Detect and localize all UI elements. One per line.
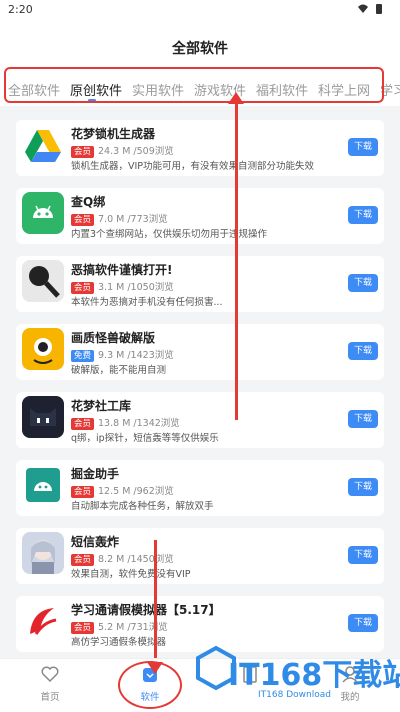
download-button[interactable]: 下载 [348,546,378,564]
app-description: 锁机生成器，VIP功能可用，有没有效果自测部分功能失效 [71,161,315,172]
list-item[interactable]: 花梦社工库 会员 13.8 M /1342浏览 q绑，ip探针，短信轰等等仅供娱乐… [16,392,384,448]
app-name: 花梦社工库 [71,399,132,413]
watermark-text: IT168下载站 [228,658,400,693]
list-item[interactable]: 恶搞软件谨慎打开! 会员 3.1 M /1050浏览 本软件为恶搞对手机没有任何损… [16,256,384,312]
annotation-arrow-up [235,100,238,420]
app-name: 短信轰炸 [71,535,120,549]
free-badge: 免费 [71,349,95,362]
list-item[interactable]: 画质怪兽破解版 免费 9.3 M /1423浏览 破解版，能不能用自测 下载 [16,324,384,380]
app-size-views: 5.2 M /731浏览 [98,622,168,633]
app-name: 学习通请假模拟器【5.17】 [71,603,221,617]
nav-home[interactable]: 首页 [20,665,80,703]
status-bar: 2:20 [0,0,400,22]
app-name: 画质怪兽破解版 [71,331,156,345]
list-item[interactable]: 查Q绑 会员 7.0 M /773浏览 内置3个查绑网站，仅供娱乐切勿用于违规操作… [16,188,384,244]
member-badge: 会员 [71,621,95,634]
watermark-subtext: IT168 Download [258,690,331,700]
app-size-views: 13.8 M /1342浏览 [98,418,180,429]
app-meta: 会员 3.1 M /1050浏览 [71,279,174,294]
app-name: 花梦锁机生成器 [71,127,156,141]
app-name: 掘金助手 [71,467,120,481]
app-meta: 会员 12.5 M /962浏览 [71,483,174,498]
wifi-battery-icon [356,3,386,18]
download-button[interactable]: 下载 [348,410,378,428]
app-description: 破解版，能不能用自测 [71,365,167,376]
cat-icon [22,396,64,438]
app-description: q绑，ip探针，短信轰等等仅供娱乐 [71,433,219,444]
list-item[interactable]: 花梦锁机生成器 会员 24.3 M /509浏览 锁机生成器，VIP功能可用，有没… [16,120,384,176]
download-button[interactable]: 下载 [348,138,378,156]
app-description: 效果自测，软件免费没有VIP [71,569,191,580]
download-button[interactable]: 下载 [348,274,378,292]
member-badge: 会员 [71,145,95,158]
page-header: 全部软件 [0,22,400,66]
android-teal-icon [22,464,64,506]
app-name: 查Q绑 [71,195,106,209]
app-size-views: 9.3 M /1423浏览 [98,350,174,361]
magnifier-icon [22,260,64,302]
tabs-annotation-box [4,67,384,103]
app-meta: 会员 8.2 M /1450浏览 [71,551,174,566]
app-size-views: 12.5 M /962浏览 [98,486,174,497]
download-button[interactable]: 下载 [348,478,378,496]
heart-icon [41,666,59,683]
anime-avatar-icon [22,532,64,574]
member-badge: 会员 [71,213,95,226]
list-item[interactable]: 短信轰炸 会员 8.2 M /1450浏览 效果自测，软件免费没有VIP 下载 [16,528,384,584]
member-badge: 会员 [71,553,95,566]
download-button[interactable]: 下载 [348,614,378,632]
app-size-views: 3.1 M /1050浏览 [98,282,174,293]
app-meta: 会员 7.0 M /773浏览 [71,211,168,226]
app-size-views: 24.3 M /509浏览 [98,146,174,157]
member-badge: 会员 [71,281,95,294]
watermark-logo: IT168下载站 IT168 Download [196,640,400,710]
app-description: 高仿学习通假条模拟器 [71,637,167,648]
monster-icon [22,328,64,370]
member-badge: 会员 [71,485,95,498]
download-button[interactable]: 下载 [348,342,378,360]
annotation-arrow-down-head [147,662,163,674]
google-drive-icon [22,124,64,166]
page-title: 全部软件 [172,41,228,57]
annotation-arrow-down [154,540,157,670]
app-size-views: 8.2 M /1450浏览 [98,554,174,565]
status-time: 2:20 [8,3,33,16]
android-icon [22,192,64,234]
nav-label: 首页 [40,692,60,703]
download-button[interactable]: 下载 [348,206,378,224]
xuexitong-icon [22,600,64,642]
app-meta: 会员 24.3 M /509浏览 [71,143,174,158]
app-meta: 免费 9.3 M /1423浏览 [71,347,174,362]
member-badge: 会员 [71,417,95,430]
app-name: 恶搞软件谨慎打开! [71,263,173,277]
app-meta: 会员 13.8 M /1342浏览 [71,415,180,430]
list-item[interactable]: 掘金助手 会员 12.5 M /962浏览 自动脚本完成各种任务，解放双手 下载 [16,460,384,516]
app-description: 本软件为恶搞对手机没有任何损害... [71,297,223,308]
app-size-views: 7.0 M /773浏览 [98,214,168,225]
app-description: 自动脚本完成各种任务，解放双手 [71,501,214,512]
